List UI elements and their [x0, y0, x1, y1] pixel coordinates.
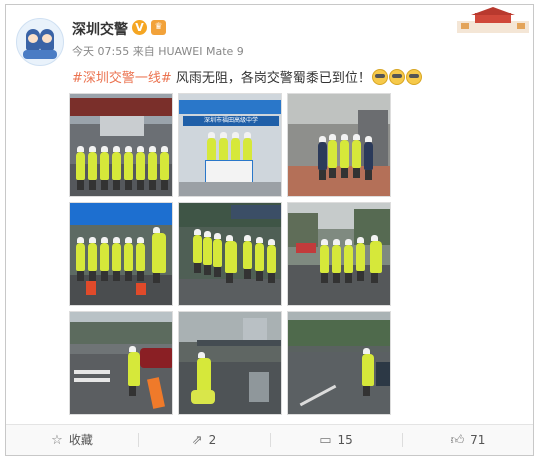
photo-thumbnail[interactable]: 深圳市福田高级中学 [178, 93, 282, 197]
photo-thumbnail[interactable] [287, 93, 391, 197]
photo-thumbnail[interactable] [69, 93, 173, 197]
repost-count: 2 [208, 433, 217, 447]
star-icon: ☆ [51, 433, 63, 448]
photo-thumbnail[interactable] [69, 311, 173, 415]
photo-thumbnail[interactable] [287, 311, 391, 415]
minion-emoji-icon [372, 68, 388, 85]
like-button[interactable]: 👍︎ 71 [402, 425, 534, 455]
hashtag-link[interactable]: #深圳交警一线# [72, 71, 172, 86]
repost-button[interactable]: ⇗ 2 [138, 425, 270, 455]
repost-icon: ⇗ [191, 433, 203, 448]
post-action-bar: ☆ 收藏 ⇗ 2 ▭ 15 👍︎ 71 [6, 424, 533, 455]
post-meta: 今天 07:55 来自 HUAWEI Mate 9 [72, 45, 244, 58]
comment-count: 15 [337, 433, 353, 447]
like-count: 71 [470, 433, 486, 447]
photo-thumbnail[interactable] [178, 311, 282, 415]
minion-emoji-icon [389, 68, 405, 85]
photo-thumbnail[interactable] [69, 202, 173, 306]
photo-thumbnail[interactable] [178, 202, 282, 306]
photo-sign-text: 深圳市福田高级中学 [183, 116, 279, 126]
photo-thumbnail[interactable] [287, 202, 391, 306]
emoji-group [372, 66, 423, 85]
verified-badge-icon: V [132, 20, 147, 35]
post-text: #深圳交警一线# 风雨无阻，各岗交警蜀黍已到位！ [72, 67, 371, 86]
account-name[interactable]: 深圳交警 [72, 19, 128, 39]
weibo-post-card: 深圳交警 V ♛ 今天 07:55 来自 HUAWEI Mate 9 #深圳交警… [5, 4, 534, 456]
account-avatar[interactable] [16, 18, 64, 66]
member-badge-icon[interactable]: ♛ [151, 20, 166, 35]
photo-grid: 深圳市福田高级中学 [69, 93, 396, 419]
favorite-label: 收藏 [68, 433, 93, 447]
decorative-banner-icon [457, 7, 529, 33]
comment-icon: ▭ [319, 433, 332, 448]
thumbs-up-icon: 👍︎ [450, 433, 465, 448]
favorite-button[interactable]: ☆ 收藏 [6, 425, 138, 455]
comment-button[interactable]: ▭ 15 [270, 425, 402, 455]
post-body: 风雨无阻，各岗交警蜀黍已到位！ [171, 71, 371, 86]
minion-emoji-icon [406, 68, 422, 85]
